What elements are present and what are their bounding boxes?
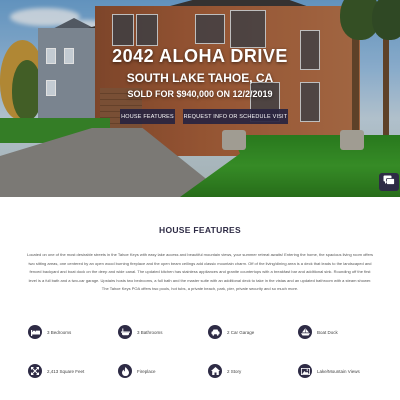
feature-bathrooms: 3 Bathrooms [118, 324, 163, 340]
feature-label: 3 Bedrooms [47, 329, 72, 335]
image-icon [298, 364, 312, 378]
feature-fireplace: Fireplace [118, 363, 156, 379]
feature-label: 2 Car Garage [227, 329, 255, 335]
section-heading: HOUSE FEATURES [159, 225, 241, 235]
feature-label: 3 Bathrooms [137, 329, 163, 335]
car-icon [208, 325, 222, 339]
feature-label: Lake/Mountain Views [317, 368, 360, 374]
bath-icon [118, 325, 132, 339]
feature-garage: 2 Car Garage [208, 324, 254, 340]
fire-icon [118, 364, 132, 378]
request-info-button[interactable]: REQUEST INFO OR SCHEDULE VISIT [183, 109, 288, 124]
feature-square-feet: 2,413 Square Feet [28, 363, 84, 379]
feature-label: Boat Dock [317, 329, 338, 335]
feature-label: 2,413 Square Feet [47, 368, 85, 374]
house-features-button[interactable]: HOUSE FEATURES [120, 109, 175, 124]
property-city: SOUTH LAKE TAHOE, CA [126, 71, 274, 85]
property-address: 2042 ALOHA DRIVE [112, 46, 288, 66]
home-icon [208, 364, 222, 378]
feature-boat-dock: Boat Dock [298, 324, 338, 340]
chat-button[interactable] [379, 173, 399, 191]
bed-icon [28, 325, 42, 339]
feature-bedrooms: 3 Bedrooms [28, 324, 71, 340]
feature-label: Fireplace [137, 368, 156, 374]
feature-label: 2 Story [227, 368, 242, 374]
expand-icon [28, 364, 42, 378]
feature-stories: 2 Story [208, 363, 241, 379]
feature-views: Lake/Mountain Views [298, 363, 360, 379]
sold-status: SOLD FOR $940,000 ON 12/2/2019 [127, 89, 273, 99]
property-description: Located on one of the most desirable str… [26, 252, 374, 291]
chat-icon [383, 173, 395, 191]
boat-icon [298, 325, 312, 339]
